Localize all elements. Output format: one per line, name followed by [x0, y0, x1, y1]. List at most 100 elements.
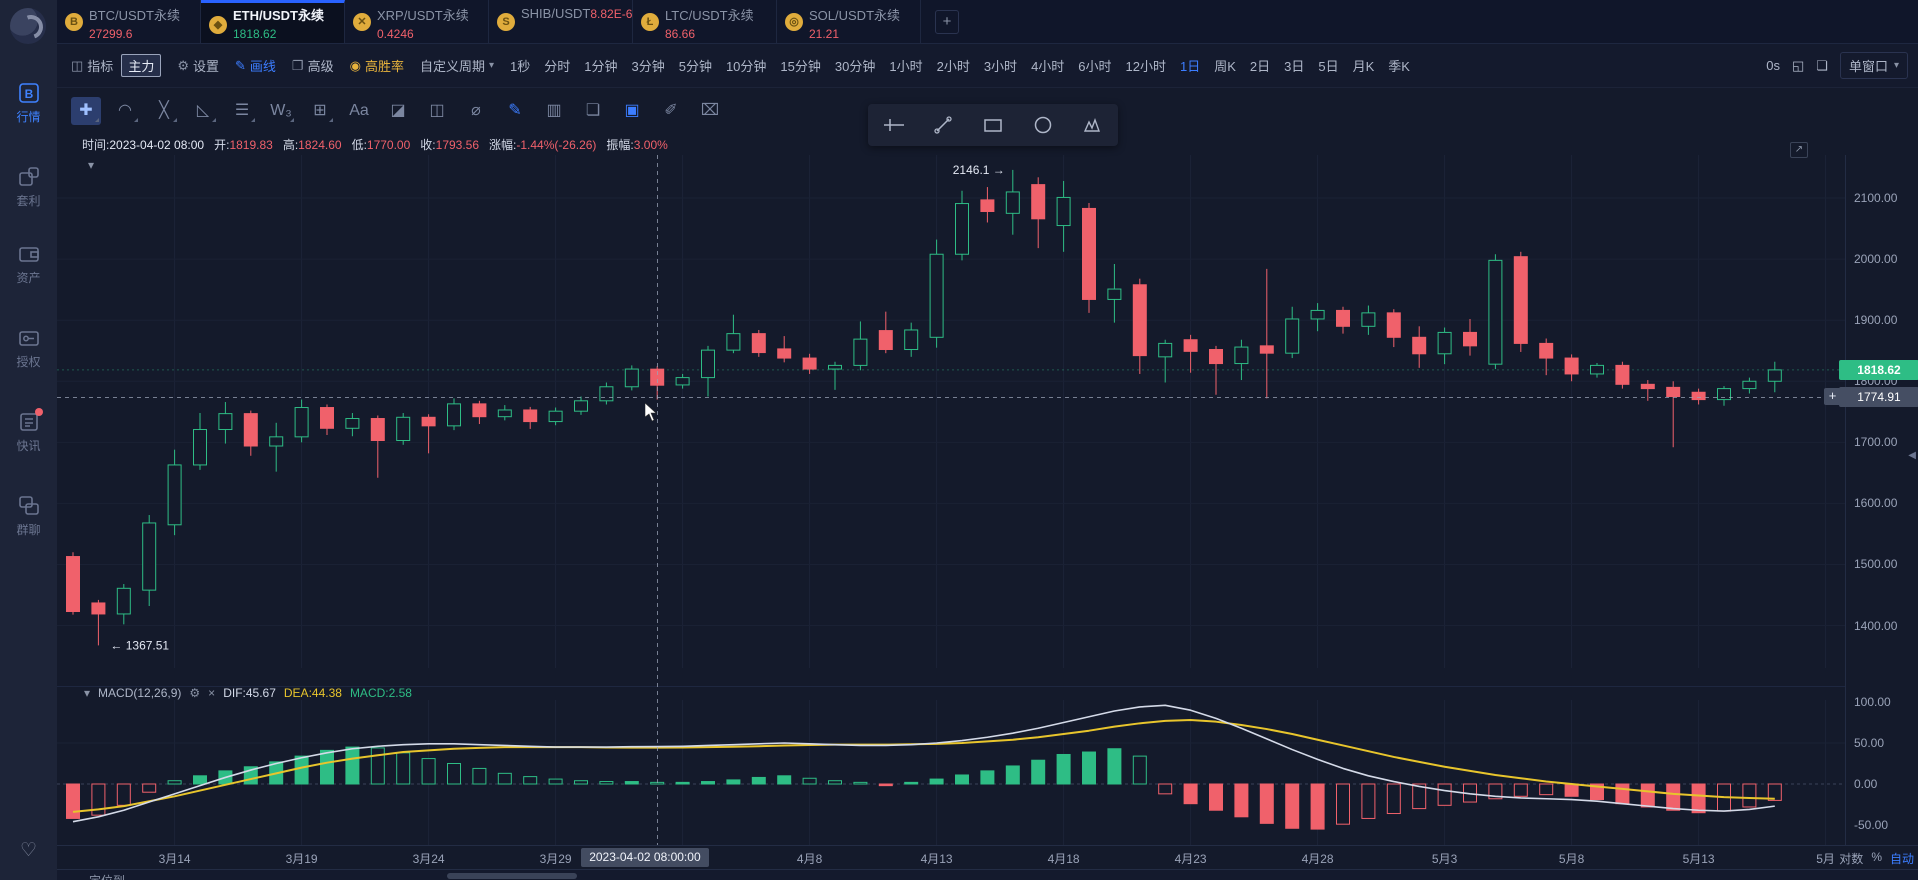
- timeframe-2日[interactable]: 2日: [1250, 56, 1270, 75]
- parallel-lines-icon[interactable]: ☰: [227, 97, 257, 125]
- pair-tab-label: SOL/USDT永续: [809, 8, 900, 23]
- cross-line-icon[interactable]: [876, 110, 910, 140]
- date-label-4月18: 4月18: [1029, 850, 1099, 867]
- toolbar-custom-period-button[interactable]: 自定义周期▾: [420, 56, 494, 75]
- brush-icon[interactable]: ✎: [500, 97, 530, 125]
- timeframe-15分钟[interactable]: 15分钟: [780, 56, 820, 75]
- screenshot-icon[interactable]: ❏: [1816, 58, 1828, 74]
- delete-drawing-icon[interactable]: ⌧: [695, 97, 725, 125]
- trend-line-icon[interactable]: [926, 110, 960, 140]
- timeframe-3分钟[interactable]: 3分钟: [631, 56, 664, 75]
- fullscreen-icon[interactable]: ◱: [1792, 58, 1804, 74]
- sidebar-item-news[interactable]: 快讯: [0, 411, 57, 454]
- timeframe-月K[interactable]: 月K: [1353, 56, 1375, 75]
- collapse-macd-icon[interactable]: ▾: [84, 686, 90, 700]
- news-icon: [18, 411, 40, 433]
- toolbar-indicators-button[interactable]: ◫指标: [71, 56, 113, 75]
- price-axis[interactable]: 1818.62 1774.91 2100.002000.001900.00180…: [1845, 155, 1918, 868]
- timeframe-10分钟[interactable]: 10分钟: [726, 56, 766, 75]
- magnet-icon[interactable]: ▣: [617, 97, 647, 125]
- pair-tab-shib[interactable]: SSHIB/USDT8.82E-6: [489, 0, 633, 43]
- pair-tab-btc[interactable]: BBTC/USDT永续27299.6: [57, 0, 201, 43]
- ohlc-field-6: 振幅:3.00%: [606, 136, 667, 153]
- collapse-main-pane-icon[interactable]: ▾: [88, 158, 94, 172]
- timeframe-3日[interactable]: 3日: [1284, 56, 1304, 75]
- circle-icon[interactable]: [1026, 110, 1060, 140]
- timeframe-5分钟[interactable]: 5分钟: [679, 56, 712, 75]
- trend-lines-icon[interactable]: ╳: [149, 97, 179, 125]
- collapse-panel-arrow-icon[interactable]: ◀: [1908, 450, 1916, 461]
- axis-setting-0[interactable]: 对数: [1839, 850, 1863, 867]
- sidebar-item-assets[interactable]: 资产: [0, 243, 57, 286]
- wave-tool-icon[interactable]: W₃: [266, 97, 296, 125]
- timeframe-5日[interactable]: 5日: [1318, 56, 1338, 75]
- pattern-icon[interactable]: [1076, 110, 1110, 140]
- timeframe-季K[interactable]: 季K: [1388, 56, 1410, 75]
- timeframe-1分钟[interactable]: 1分钟: [584, 56, 617, 75]
- sidebar-item-authorize[interactable]: 授权: [0, 327, 57, 370]
- axis-setting-1[interactable]: %: [1871, 850, 1882, 867]
- window-mode-dropdown[interactable]: 单窗口 ▾: [1840, 52, 1908, 79]
- pair-tab-sol[interactable]: ◎SOL/USDT永续21.21: [777, 0, 921, 43]
- axis-setting-2[interactable]: 自动: [1890, 850, 1914, 867]
- measure-icon[interactable]: ⌀: [461, 97, 491, 125]
- indicators-icon: ◫: [71, 58, 83, 74]
- price-tick: 1900.00: [1854, 313, 1897, 327]
- arc-tool-icon[interactable]: ◠: [110, 97, 140, 125]
- toolbar-draw-line-button[interactable]: ✎画线: [235, 56, 276, 75]
- sidebar-item-markets[interactable]: B行情: [0, 82, 57, 125]
- candlestick-chart[interactable]: 2146.1 →← 1367.51: [57, 155, 1845, 668]
- sidebar-item-arbitrage[interactable]: 套利: [0, 166, 57, 209]
- timeframe-分时[interactable]: 分时: [544, 56, 570, 75]
- macd-dea-value: DEA:44.38: [284, 686, 342, 700]
- text-tool-icon[interactable]: Aa: [344, 97, 374, 125]
- timeframe-30分钟[interactable]: 30分钟: [835, 56, 875, 75]
- add-pair-button[interactable]: +: [935, 10, 959, 34]
- ohlc-value: 3.00%: [634, 138, 668, 152]
- triangle-tool-icon[interactable]: ◺: [188, 97, 218, 125]
- bars-pattern-icon[interactable]: ▥: [539, 97, 569, 125]
- app-logo[interactable]: [10, 8, 46, 44]
- timeframe-12小时[interactable]: 12小时: [1126, 56, 1166, 75]
- sol-coin-icon: ◎: [785, 13, 803, 31]
- sidebar-item-label: 群聊: [0, 521, 57, 538]
- timeframe-4小时[interactable]: 4小时: [1031, 56, 1064, 75]
- timeframe-1秒[interactable]: 1秒: [510, 56, 530, 75]
- heart-icon[interactable]: ♡: [0, 839, 57, 862]
- eraser-alt-icon[interactable]: ◫: [422, 97, 452, 125]
- toolbar-settings-button[interactable]: ⚙设置: [177, 56, 219, 75]
- timeframe-1小时[interactable]: 1小时: [889, 56, 922, 75]
- left-sidebar: B行情套利资产授权快讯群聊 ♡: [0, 0, 57, 880]
- goto-label[interactable]: 定位到: [89, 872, 125, 880]
- eraser-icon[interactable]: ◪: [383, 97, 413, 125]
- timeframe-1日[interactable]: 1日: [1180, 56, 1200, 75]
- rectangle-icon[interactable]: [976, 110, 1010, 140]
- sidebar-item-group-chat[interactable]: 群聊: [0, 495, 57, 538]
- toolbar-high-winrate-button[interactable]: ◉高胜率: [350, 56, 404, 75]
- add-alert-button[interactable]: +: [1824, 388, 1841, 405]
- pair-tab-eth[interactable]: ◆ETH/USDT永续1818.62: [201, 0, 345, 43]
- macd-chart[interactable]: [57, 700, 1845, 845]
- toolbar-main-force-button[interactable]: 主力: [121, 54, 161, 77]
- pair-tab-ltc[interactable]: ŁLTC/USDT永续86.66: [633, 0, 777, 43]
- position-box-icon[interactable]: ⊞: [305, 97, 335, 125]
- advanced-icon: ❐: [292, 58, 304, 74]
- horizontal-scrollbar[interactable]: [447, 873, 577, 879]
- toolbar-advanced-button[interactable]: ❐高级: [292, 56, 334, 75]
- toolbar-item-label: 指标: [87, 56, 113, 75]
- assets-icon: [18, 243, 40, 265]
- sidebar-item-label: 快讯: [0, 437, 57, 454]
- timeframe-3小时[interactable]: 3小时: [984, 56, 1017, 75]
- date-axis[interactable]: 2023-04-02 08:00:00 对数%自动 3月143月193月243月…: [57, 845, 1918, 869]
- settings-icon: ⚙: [177, 58, 189, 74]
- timeframe-周K[interactable]: 周K: [1214, 56, 1236, 75]
- macd-settings-icon[interactable]: ⚙: [189, 686, 200, 700]
- macd-close-icon[interactable]: ×: [208, 686, 215, 700]
- crosshair-tool-icon[interactable]: ✚: [71, 97, 101, 125]
- pair-tab-xrp[interactable]: ✕XRP/USDT永续0.4246: [345, 0, 489, 43]
- timeframe-2小时[interactable]: 2小时: [937, 56, 970, 75]
- popout-icon[interactable]: ↗: [1790, 142, 1808, 158]
- timeframe-6小时[interactable]: 6小时: [1078, 56, 1111, 75]
- copy-icon[interactable]: ❏: [578, 97, 608, 125]
- edit-note-icon[interactable]: ✐: [656, 97, 686, 125]
